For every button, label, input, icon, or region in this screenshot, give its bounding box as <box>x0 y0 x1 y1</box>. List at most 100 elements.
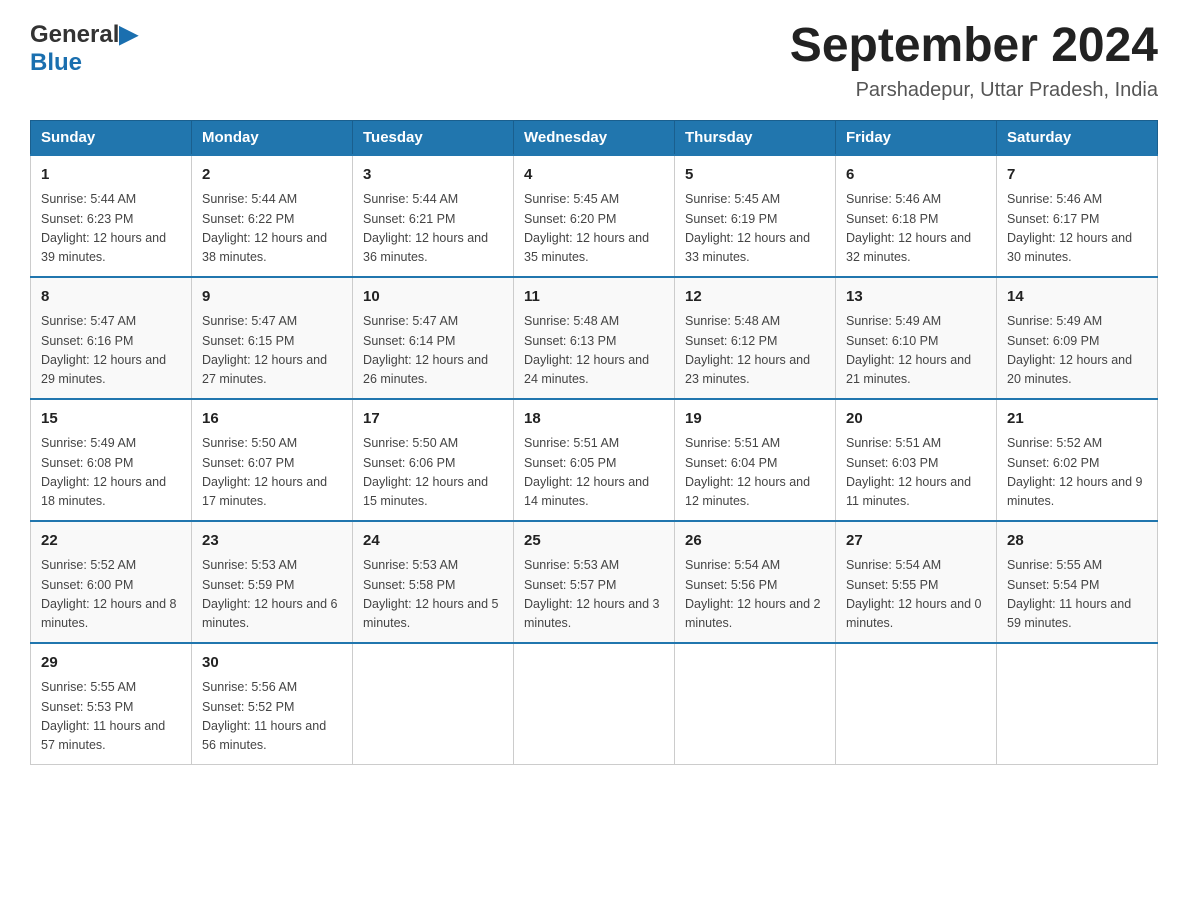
page-header: General▶ Blue September 2024 Parshadepur… <box>30 20 1158 102</box>
calendar-cell: 15Sunrise: 5:49 AMSunset: 6:08 PMDayligh… <box>31 399 192 521</box>
day-info: Sunrise: 5:44 AMSunset: 6:21 PMDaylight:… <box>363 190 503 268</box>
day-info: Sunrise: 5:50 AMSunset: 6:06 PMDaylight:… <box>363 434 503 512</box>
calendar-cell: 17 Sunrise: 5:50 AMSunset: 6:06 PMDayligh… <box>353 399 514 521</box>
day-info: Sunrise: 5:47 AMSunset: 6:16 PMDaylight:… <box>41 312 181 390</box>
day-info: Sunrise: 5:49 AMSunset: 6:08 PMDaylight:… <box>41 434 181 512</box>
calendar-cell <box>514 643 675 765</box>
calendar-cell: 18 Sunrise: 5:51 AMSunset: 6:05 PMDayligh… <box>514 399 675 521</box>
calendar-cell: 21 Sunrise: 5:52 AMSunset: 6:02 PMDayligh… <box>997 399 1158 521</box>
day-number: 10 <box>363 286 503 309</box>
calendar-cell: 10 Sunrise: 5:47 AMSunset: 6:14 PMDayligh… <box>353 277 514 399</box>
day-info: Sunrise: 5:48 AMSunset: 6:13 PMDaylight:… <box>524 312 664 390</box>
day-number: 11 <box>524 286 664 309</box>
day-number: 3 <box>363 164 503 187</box>
day-header-monday: Monday <box>192 120 353 155</box>
day-number: 8 <box>41 286 181 309</box>
day-info: Sunrise: 5:53 AMSunset: 5:58 PMDaylight:… <box>363 556 503 634</box>
day-number: 7 <box>1007 164 1147 187</box>
month-title: September 2024 <box>790 20 1158 73</box>
calendar-cell: 25 Sunrise: 5:53 AMSunset: 5:57 PMDayligh… <box>514 521 675 643</box>
logo: General▶ Blue <box>30 20 138 77</box>
day-number: 5 <box>685 164 825 187</box>
day-number: 1 <box>41 164 181 187</box>
calendar-cell: 22 Sunrise: 5:52 AMSunset: 6:00 PMDayligh… <box>31 521 192 643</box>
day-header-thursday: Thursday <box>675 120 836 155</box>
calendar-cell: 12 Sunrise: 5:48 AMSunset: 6:12 PMDayligh… <box>675 277 836 399</box>
calendar-cell <box>997 643 1158 765</box>
calendar-cell <box>353 643 514 765</box>
day-info: Sunrise: 5:51 AMSunset: 6:04 PMDaylight:… <box>685 434 825 512</box>
day-number: 14 <box>1007 286 1147 309</box>
day-number: 30 <box>202 652 342 675</box>
calendar-cell: 6 Sunrise: 5:46 AMSunset: 6:18 PMDaylight… <box>836 155 997 277</box>
day-info: Sunrise: 5:46 AMSunset: 6:18 PMDaylight:… <box>846 190 986 268</box>
calendar-cell: 20 Sunrise: 5:51 AMSunset: 6:03 PMDayligh… <box>836 399 997 521</box>
calendar-table: SundayMondayTuesdayWednesdayThursdayFrid… <box>30 120 1158 765</box>
day-number: 6 <box>846 164 986 187</box>
day-header-wednesday: Wednesday <box>514 120 675 155</box>
day-number: 26 <box>685 530 825 553</box>
day-info: Sunrise: 5:56 AMSunset: 5:52 PMDaylight:… <box>202 678 342 756</box>
day-info: Sunrise: 5:47 AMSunset: 6:14 PMDaylight:… <box>363 312 503 390</box>
calendar-cell: 13Sunrise: 5:49 AMSunset: 6:10 PMDayligh… <box>836 277 997 399</box>
day-info: Sunrise: 5:52 AMSunset: 6:02 PMDaylight:… <box>1007 434 1147 512</box>
calendar-cell: 11 Sunrise: 5:48 AMSunset: 6:13 PMDayligh… <box>514 277 675 399</box>
calendar-week-row: 22 Sunrise: 5:52 AMSunset: 6:00 PMDayligh… <box>31 521 1158 643</box>
day-info: Sunrise: 5:48 AMSunset: 6:12 PMDaylight:… <box>685 312 825 390</box>
day-number: 23 <box>202 530 342 553</box>
day-number: 19 <box>685 408 825 431</box>
calendar-cell: 4Sunrise: 5:45 AMSunset: 6:20 PMDaylight… <box>514 155 675 277</box>
day-info: Sunrise: 5:45 AMSunset: 6:19 PMDaylight:… <box>685 190 825 268</box>
day-info: Sunrise: 5:46 AMSunset: 6:17 PMDaylight:… <box>1007 190 1147 268</box>
day-number: 25 <box>524 530 664 553</box>
day-info: Sunrise: 5:55 AMSunset: 5:53 PMDaylight:… <box>41 678 181 756</box>
day-number: 18 <box>524 408 664 431</box>
day-info: Sunrise: 5:54 AMSunset: 5:55 PMDaylight:… <box>846 556 986 634</box>
day-number: 21 <box>1007 408 1147 431</box>
calendar-cell: 23Sunrise: 5:53 AMSunset: 5:59 PMDayligh… <box>192 521 353 643</box>
logo-blue-text: Blue <box>30 49 82 77</box>
calendar-cell: 30 Sunrise: 5:56 AMSunset: 5:52 PMDayligh… <box>192 643 353 765</box>
day-number: 28 <box>1007 530 1147 553</box>
day-info: Sunrise: 5:53 AMSunset: 5:57 PMDaylight:… <box>524 556 664 634</box>
day-info: Sunrise: 5:44 AMSunset: 6:23 PMDaylight:… <box>41 190 181 268</box>
day-number: 16 <box>202 408 342 431</box>
day-number: 29 <box>41 652 181 675</box>
day-number: 13 <box>846 286 986 309</box>
day-number: 2 <box>202 164 342 187</box>
day-number: 22 <box>41 530 181 553</box>
day-info: Sunrise: 5:51 AMSunset: 6:03 PMDaylight:… <box>846 434 986 512</box>
calendar-cell: 24Sunrise: 5:53 AMSunset: 5:58 PMDayligh… <box>353 521 514 643</box>
day-info: Sunrise: 5:44 AMSunset: 6:22 PMDaylight:… <box>202 190 342 268</box>
day-number: 17 <box>363 408 503 431</box>
calendar-cell: 5 Sunrise: 5:45 AMSunset: 6:19 PMDaylight… <box>675 155 836 277</box>
day-number: 4 <box>524 164 664 187</box>
day-info: Sunrise: 5:51 AMSunset: 6:05 PMDaylight:… <box>524 434 664 512</box>
calendar-cell: 26 Sunrise: 5:54 AMSunset: 5:56 PMDayligh… <box>675 521 836 643</box>
calendar-cell: 27 Sunrise: 5:54 AMSunset: 5:55 PMDayligh… <box>836 521 997 643</box>
day-info: Sunrise: 5:52 AMSunset: 6:00 PMDaylight:… <box>41 556 181 634</box>
day-header-saturday: Saturday <box>997 120 1158 155</box>
calendar-week-row: 1 Sunrise: 5:44 AMSunset: 6:23 PMDaylight… <box>31 155 1158 277</box>
calendar-cell: 29 Sunrise: 5:55 AMSunset: 5:53 PMDayligh… <box>31 643 192 765</box>
calendar-cell: 9 Sunrise: 5:47 AMSunset: 6:15 PMDaylight… <box>192 277 353 399</box>
calendar-cell: 2 Sunrise: 5:44 AMSunset: 6:22 PMDaylight… <box>192 155 353 277</box>
day-info: Sunrise: 5:55 AMSunset: 5:54 PMDaylight:… <box>1007 556 1147 634</box>
day-info: Sunrise: 5:47 AMSunset: 6:15 PMDaylight:… <box>202 312 342 390</box>
day-number: 9 <box>202 286 342 309</box>
day-info: Sunrise: 5:54 AMSunset: 5:56 PMDaylight:… <box>685 556 825 634</box>
calendar-cell: 16 Sunrise: 5:50 AMSunset: 6:07 PMDayligh… <box>192 399 353 521</box>
day-number: 27 <box>846 530 986 553</box>
day-info: Sunrise: 5:50 AMSunset: 6:07 PMDaylight:… <box>202 434 342 512</box>
logo-general-text: General▶ <box>30 20 138 49</box>
day-header-tuesday: Tuesday <box>353 120 514 155</box>
day-header-sunday: Sunday <box>31 120 192 155</box>
day-info: Sunrise: 5:49 AMSunset: 6:09 PMDaylight:… <box>1007 312 1147 390</box>
day-number: 12 <box>685 286 825 309</box>
calendar-cell: 8 Sunrise: 5:47 AMSunset: 6:16 PMDaylight… <box>31 277 192 399</box>
calendar-cell <box>675 643 836 765</box>
calendar-cell: 3 Sunrise: 5:44 AMSunset: 6:21 PMDaylight… <box>353 155 514 277</box>
day-number: 20 <box>846 408 986 431</box>
title-block: September 2024 Parshadepur, Uttar Prades… <box>790 20 1158 102</box>
calendar-week-row: 29 Sunrise: 5:55 AMSunset: 5:53 PMDayligh… <box>31 643 1158 765</box>
